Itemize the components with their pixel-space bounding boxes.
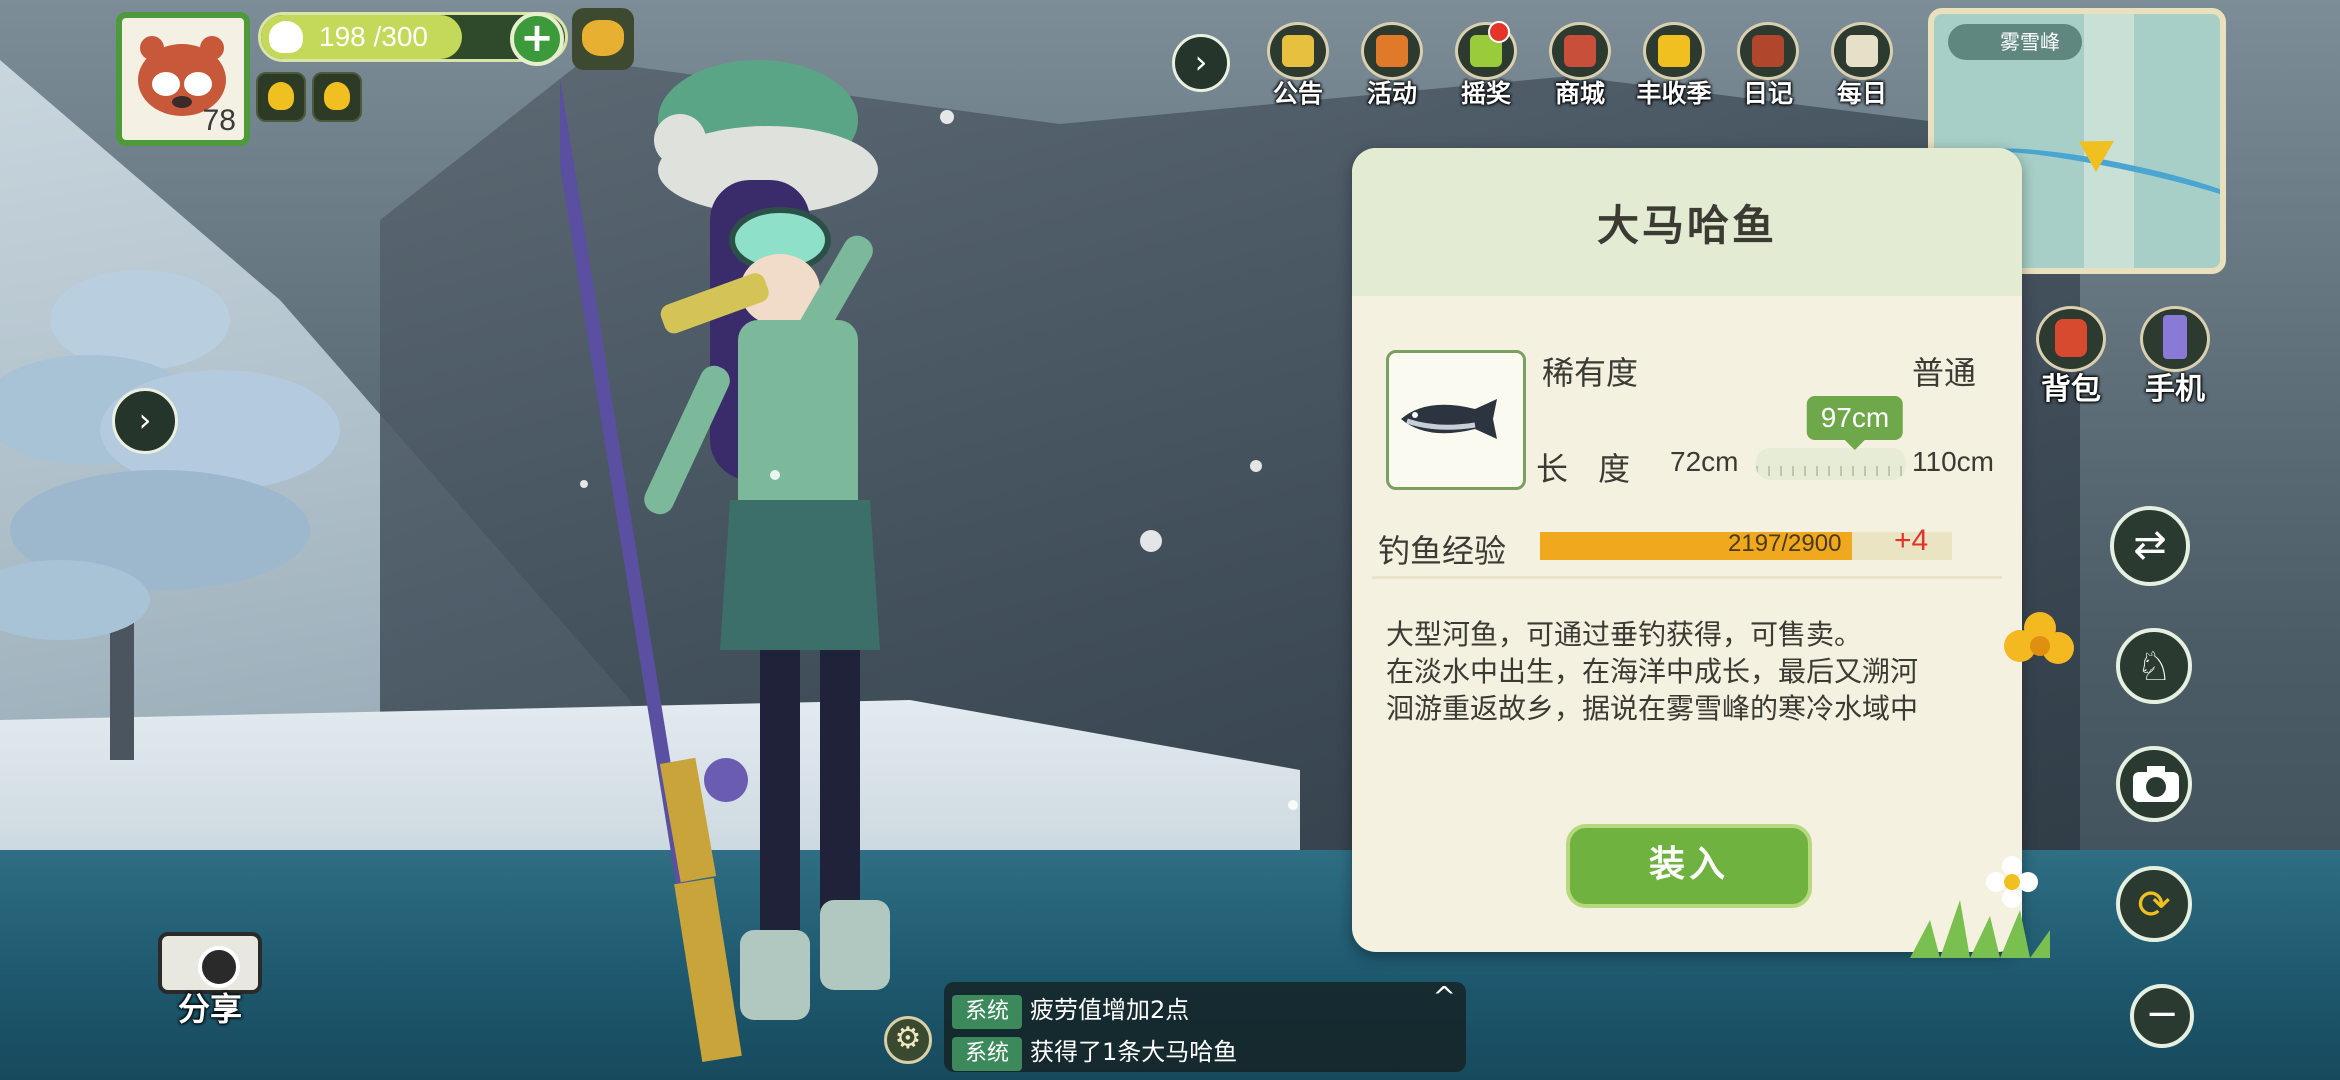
- megaphone-icon: [1267, 22, 1329, 80]
- menu-item-5[interactable]: 日记: [1728, 22, 1808, 112]
- menu-item-0[interactable]: 公告: [1258, 22, 1338, 112]
- backpack-icon: [2036, 306, 2106, 372]
- menu-item-1[interactable]: 活动: [1352, 22, 1432, 112]
- length-label: 长 度: [1536, 450, 1641, 488]
- player-level: 78: [202, 104, 236, 137]
- calendar-icon: [1831, 22, 1893, 80]
- menu-item-4[interactable]: 丰收季: [1634, 22, 1714, 112]
- camera-icon: [2133, 766, 2179, 802]
- grass-decoration: [1910, 900, 2050, 958]
- flame-icon: [268, 82, 294, 110]
- chat-channel-tag: 系统: [952, 995, 1022, 1029]
- snowflake: [580, 480, 588, 488]
- menu-item-3[interactable]: 商城: [1540, 22, 1620, 112]
- menu-item-2[interactable]: 摇奖: [1446, 21, 1526, 112]
- pet-cat-button[interactable]: [572, 8, 634, 70]
- wheat-icon: [1643, 22, 1705, 80]
- camera-button[interactable]: [2116, 746, 2192, 822]
- snowflake: [940, 110, 954, 124]
- stamina-text: 198 /300: [319, 21, 428, 52]
- rarity-value: 普通: [1911, 354, 1976, 392]
- snowflake: [1250, 460, 1262, 472]
- backpack-button[interactable]: 背包: [2026, 306, 2116, 408]
- lottery-icon: [1455, 21, 1517, 80]
- fishing-exp-bar: 2197/2900: [1540, 530, 1952, 560]
- snowflake: [1288, 800, 1298, 810]
- description-line: 大型河鱼，可通过垂钓获得，可售卖。: [1386, 618, 1863, 651]
- description-line: 常见: [1386, 727, 1996, 728]
- rice-ball-icon: [269, 21, 303, 53]
- fish-info-card: 大马哈鱼 稀有度 普通 长 度 72cm 110cm 97cm 钓鱼经验 219…: [1352, 148, 2022, 952]
- card-divider: [1372, 576, 2002, 579]
- menu-icon-glyph: [1846, 35, 1878, 67]
- system-chat-panel[interactable]: 系统 疲劳值增加2点 系统 获得了1条大马哈鱼 ^: [944, 980, 1466, 1072]
- fishing-exp-label: 钓鱼经验: [1378, 532, 1507, 570]
- fire-buff-icon[interactable]: [256, 72, 306, 122]
- settings-gear-button[interactable]: ⚙: [884, 1016, 932, 1064]
- event-icon: [1361, 22, 1423, 80]
- add-stamina-button[interactable]: +: [510, 12, 564, 66]
- people-icon: [324, 82, 350, 110]
- menu-item-6[interactable]: 每日: [1822, 22, 1902, 112]
- collapse-menu-button[interactable]: ›: [1172, 34, 1230, 92]
- yellow-flower-decoration: [2004, 612, 2074, 664]
- player-character: [560, 60, 890, 1063]
- length-ruler: [1756, 448, 1906, 480]
- map-location-name: 雾雪峰: [1948, 24, 2082, 60]
- phone-button[interactable]: 手机: [2130, 306, 2220, 408]
- phone-icon: [2140, 306, 2210, 372]
- share-button[interactable]: 分享: [150, 914, 270, 1028]
- menu-icon-glyph: [1282, 35, 1314, 67]
- player-avatar[interactable]: 78: [116, 12, 250, 146]
- chat-message: 系统 获得了1条大马哈鱼: [952, 1032, 1238, 1071]
- snowflake: [1140, 530, 1162, 552]
- shop-icon: [1549, 22, 1611, 80]
- description-line: 洄游重返故乡，据说在雾雪峰的寒冷水域中: [1386, 692, 1919, 725]
- salmon-icon: [1401, 399, 1497, 439]
- expand-side-button[interactable]: ›: [112, 388, 178, 454]
- rotate-icon: ⟳: [2137, 882, 2171, 928]
- menu-icon-glyph: [1752, 35, 1784, 67]
- fish-thumbnail: [1386, 350, 1526, 490]
- fishing-exp-text: 2197/2900: [1728, 530, 1842, 557]
- chat-message: 系统 疲劳值增加2点: [952, 990, 1190, 1029]
- notification-dot: [1488, 21, 1510, 43]
- fishing-exp-gain: +4: [1894, 524, 1929, 557]
- zoom-out-button[interactable]: −: [2130, 984, 2194, 1048]
- max-length: 110cm: [1912, 446, 1994, 477]
- cat-face-icon: [582, 20, 624, 56]
- snowflake: [770, 470, 780, 480]
- fish-description[interactable]: 大型河鱼，可通过垂钓获得，可售卖。 在淡水中出生，在海洋中成长，最后又溯河 洄游…: [1386, 616, 1996, 728]
- snowy-tree: [0, 270, 340, 760]
- rarity-label: 稀有度: [1542, 354, 1639, 392]
- minus-icon: −: [2145, 991, 2179, 1037]
- scooter-icon: ♘: [2136, 644, 2172, 690]
- friend-buff-icon[interactable]: [312, 72, 362, 122]
- fish-name: 大马哈鱼: [1596, 201, 1777, 250]
- share-label: 分享: [177, 990, 242, 1028]
- rotate-view-button[interactable]: ⟳: [2116, 866, 2192, 942]
- diary-icon: [1737, 22, 1799, 80]
- camera-lens: [198, 946, 240, 988]
- menu-icon-glyph: [1658, 35, 1690, 67]
- chat-channel-tag: 系统: [952, 1037, 1022, 1071]
- scooter-button[interactable]: ♘: [2116, 628, 2192, 704]
- description-line: 在淡水中出生，在海洋中成长，最后又溯河: [1386, 655, 1919, 688]
- chat-text: 疲劳值增加2点: [1030, 996, 1190, 1024]
- menu-icon-glyph: [1564, 35, 1596, 67]
- min-length: 72cm: [1670, 446, 1739, 477]
- menu-icon-glyph: [1376, 35, 1408, 67]
- swap-button[interactable]: ⇄: [2110, 506, 2190, 586]
- chat-text: 获得了1条大马哈鱼: [1030, 1038, 1238, 1066]
- current-length-badge: 97cm: [1806, 396, 1904, 450]
- expand-chat-button[interactable]: ^: [1433, 980, 1456, 1013]
- equip-button[interactable]: 装入: [1566, 824, 1812, 908]
